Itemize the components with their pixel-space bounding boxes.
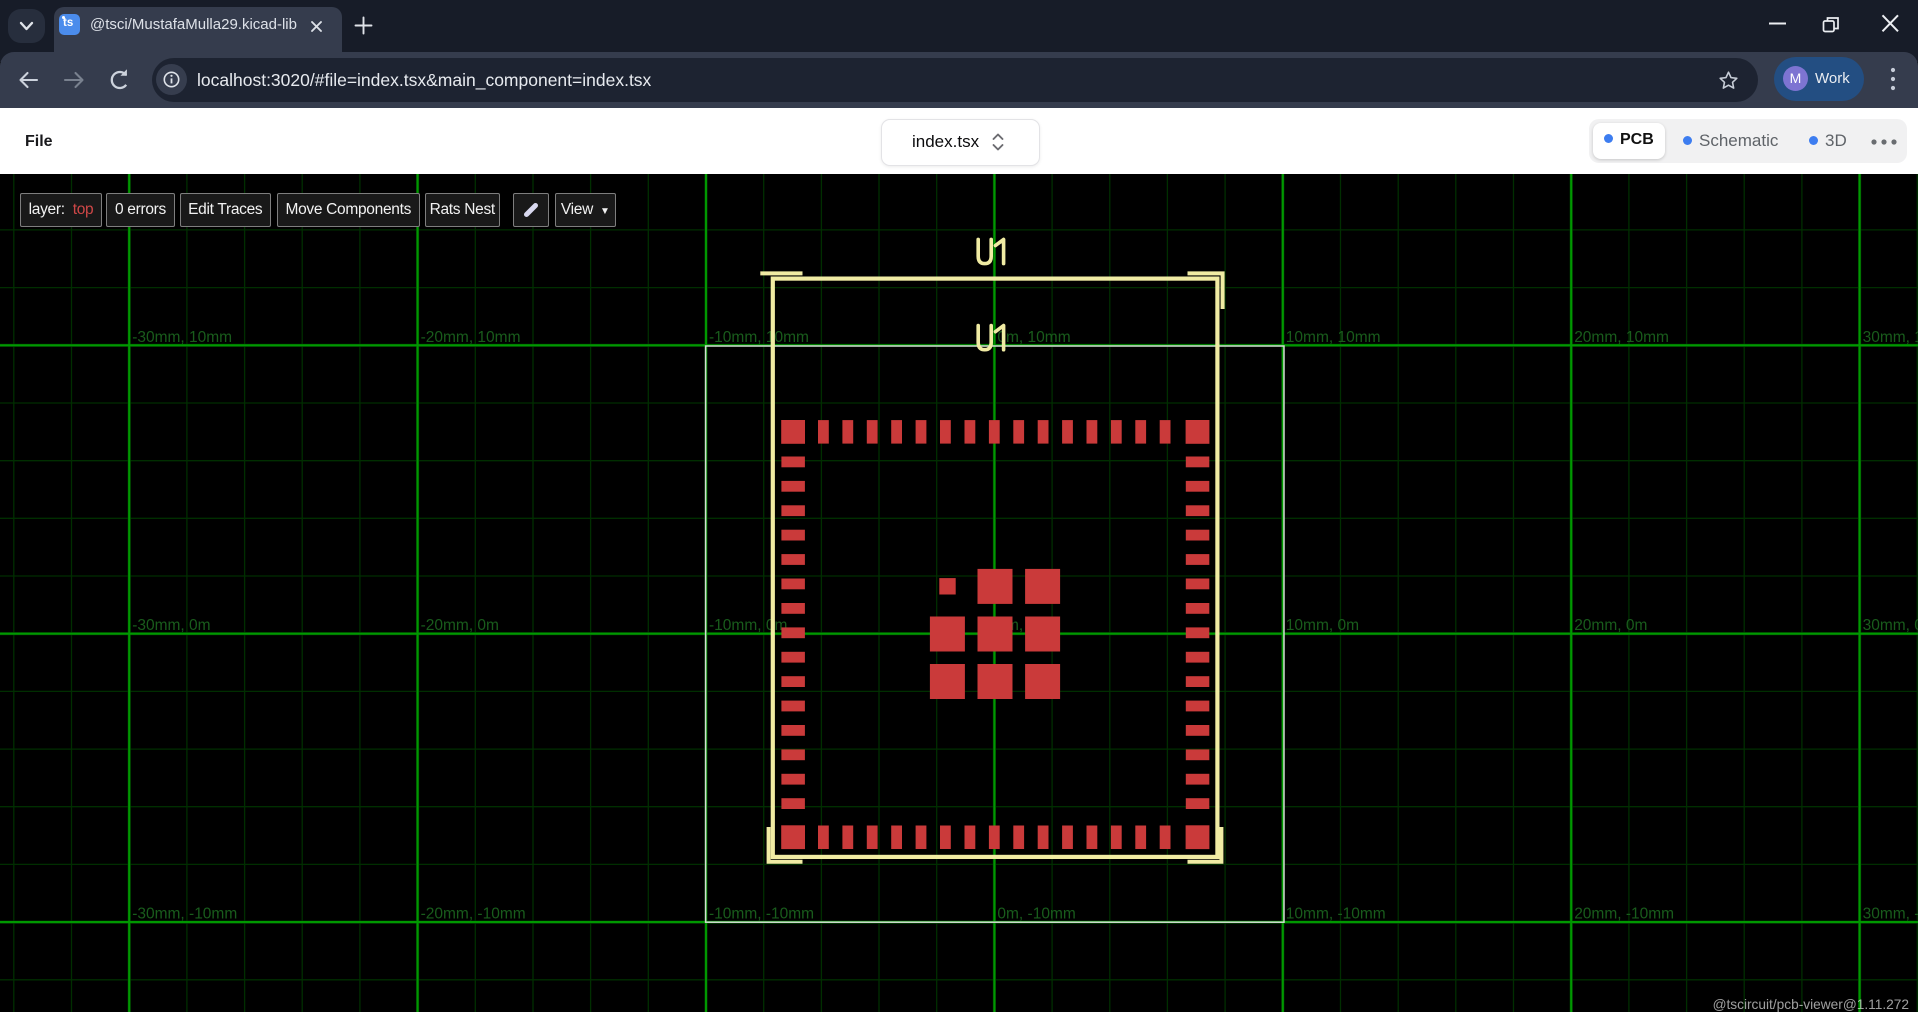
svg-text:-20mm, 0m: -20mm, 0m (421, 617, 499, 634)
svg-text:-30mm, 0m: -30mm, 0m (132, 617, 210, 634)
svg-text:10mm, 0m: 10mm, 0m (1286, 617, 1359, 634)
svg-text:30mm, 10mm: 30mm, 10mm (1863, 329, 1918, 346)
svg-text:@tscircuit/pcb-viewer@1.11.272: @tscircuit/pcb-viewer@1.11.272 (1713, 997, 1909, 1012)
svg-text:-20mm, -10mm: -20mm, -10mm (421, 906, 526, 923)
svg-text:20mm, -10mm: 20mm, -10mm (1574, 906, 1674, 923)
svg-text:-10mm, 10mm: -10mm, 10mm (709, 329, 809, 346)
svg-text:20mm, 0m: 20mm, 0m (1574, 617, 1647, 634)
svg-text:0m, 10mm: 0m, 10mm (997, 329, 1070, 346)
svg-text:30mm, -10mm: 30mm, -10mm (1863, 906, 1918, 923)
svg-text:-20mm, 10mm: -20mm, 10mm (421, 329, 521, 346)
svg-text:0m, -10mm: 0m, -10mm (997, 906, 1075, 923)
svg-text:-30mm, 10mm: -30mm, 10mm (132, 329, 232, 346)
svg-text:30mm, 0m: 30mm, 0m (1863, 617, 1918, 634)
svg-text:10mm, 10mm: 10mm, 10mm (1286, 329, 1381, 346)
svg-text:-10mm, 0m: -10mm, 0m (709, 617, 787, 634)
svg-text:-30mm, -10mm: -30mm, -10mm (132, 906, 237, 923)
svg-text:-10mm, -10mm: -10mm, -10mm (709, 906, 814, 923)
svg-text:20mm, 10mm: 20mm, 10mm (1574, 329, 1669, 346)
svg-text:10mm, -10mm: 10mm, -10mm (1286, 906, 1386, 923)
